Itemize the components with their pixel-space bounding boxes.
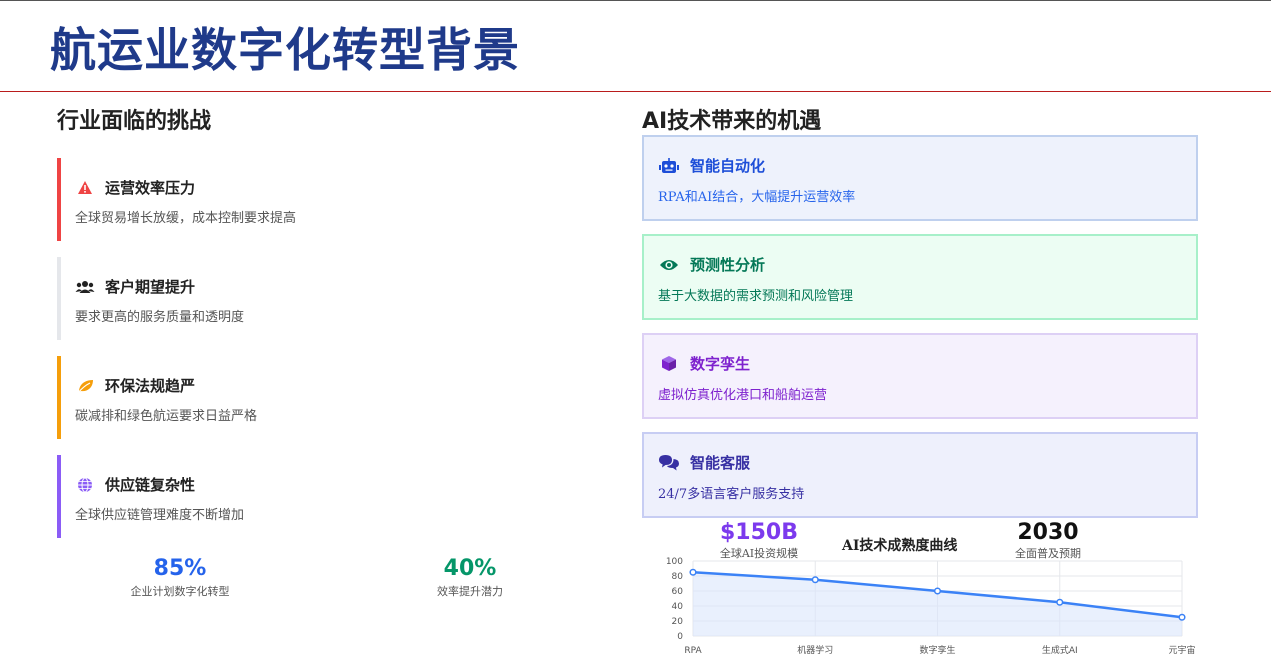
challenge-title: 运营效率压力	[105, 179, 196, 197]
challenges-heading: 行业面临的挑战	[57, 108, 212, 134]
challenge-title: 客户期望提升	[105, 278, 196, 296]
challenge-card-customer: 客户期望提升 要求更高的服务质量和透明度	[57, 257, 597, 340]
challenge-title: 环保法规趋严	[105, 377, 196, 395]
opportunity-card-predictive: 预测性分析 基于大数据的需求预测和风险管理	[642, 234, 1198, 320]
x-tick-label: 生成式AI	[1042, 644, 1078, 656]
stat-label: 效率提升潜力	[437, 585, 503, 598]
heading-ai: AI	[642, 109, 668, 134]
chart-title: AI技术成熟度曲线	[842, 538, 958, 554]
stat-label: 企业计划数字化转型	[130, 585, 230, 598]
opportunity-card-automation: 智能自动化 RPA和AI结合，大幅提升运营效率	[642, 135, 1198, 221]
stat-ai-investment: $150B 全球AI投资规模	[704, 520, 814, 561]
opportunity-title: 智能客服	[690, 454, 751, 472]
opportunity-desc: RPA和AI结合，大幅提升运营效率	[658, 190, 856, 205]
x-tick-label: RPA	[684, 646, 702, 656]
users-icon	[75, 278, 95, 296]
y-tick-label: 100	[666, 557, 683, 567]
stat-digital-transformation: 85% 企业计划数字化转型	[100, 556, 260, 599]
y-tick-label: 80	[672, 572, 684, 582]
opportunity-desc: 基于大数据的需求预测和风险管理	[658, 289, 854, 304]
challenge-desc: 要求更高的服务质量和透明度	[75, 310, 245, 325]
data-point	[933, 587, 942, 595]
title-divider	[0, 91, 1271, 92]
stat-value: $150B	[720, 520, 798, 545]
stat-label: 全球AI投资规模	[719, 547, 799, 560]
cube-icon	[658, 355, 680, 373]
maturity-chart: 0 20 40 60 80 100 RPA 机器学习 数字孪生 生成式AI 元宇宙 $150B 全球…	[642, 518, 1198, 669]
x-tick-label: 数字孪生	[919, 644, 955, 656]
stat-value: 85%	[153, 556, 207, 581]
y-tick-label: 60	[672, 587, 684, 597]
opportunity-title: 预测性分析	[690, 256, 766, 274]
stat-efficiency-potential: 40% 效率提升潜力	[390, 556, 550, 599]
stat-value: 40%	[443, 556, 497, 581]
data-point	[811, 576, 819, 584]
opportunity-title: 智能自动化	[690, 157, 766, 175]
x-tick-label: 元宇宙	[1168, 644, 1195, 656]
challenge-desc: 全球供应链管理难度不断增加	[75, 508, 245, 523]
challenge-desc: 全球贸易增长放缓，成本控制要求提高	[75, 211, 297, 226]
top-border	[0, 0, 1271, 1]
y-tick-label: 20	[672, 617, 684, 627]
data-point	[1056, 598, 1064, 606]
y-tick-label: 40	[672, 602, 684, 612]
leaf-icon	[75, 377, 95, 395]
opportunity-card-customer-service: 智能客服 24/7多语言客户服务支持	[642, 432, 1198, 518]
slide-title: 航运业数字化转型背景	[50, 23, 520, 77]
chat-icon	[658, 454, 680, 472]
globe-icon	[75, 476, 95, 494]
warning-icon	[75, 179, 95, 197]
opportunities-heading: AI技术带来的机遇	[642, 103, 821, 135]
opportunity-title: 数字孪生	[690, 355, 751, 373]
robot-icon	[658, 157, 680, 175]
stat-adoption-year: 2030 全面普及预期	[993, 520, 1103, 561]
y-tick-label: 0	[677, 632, 683, 642]
heading-rest: 技术带来的机遇	[667, 108, 822, 134]
x-tick-label: 机器学习	[797, 644, 833, 656]
data-point	[689, 568, 697, 576]
stat-label: 全面普及预期	[1015, 547, 1081, 560]
data-point	[1178, 613, 1186, 621]
opportunity-desc: 24/7多语言客户服务支持	[658, 487, 805, 502]
challenge-desc: 碳减排和绿色航运要求日益严格	[75, 409, 258, 424]
challenge-card-environment: 环保法规趋严 碳减排和绿色航运要求日益严格	[57, 356, 597, 439]
challenge-card-supply-chain: 供应链复杂性 全球供应链管理难度不断增加	[57, 455, 597, 538]
opportunity-desc: 虚拟仿真优化港口和船舶运营	[658, 388, 828, 403]
challenge-card-efficiency: 运营效率压力 全球贸易增长放缓，成本控制要求提高	[57, 158, 597, 241]
challenge-title: 供应链复杂性	[105, 476, 196, 494]
eye-icon	[658, 256, 680, 274]
opportunity-card-digital-twin: 数字孪生 虚拟仿真优化港口和船舶运营	[642, 333, 1198, 419]
stat-value: 2030	[1017, 520, 1079, 545]
